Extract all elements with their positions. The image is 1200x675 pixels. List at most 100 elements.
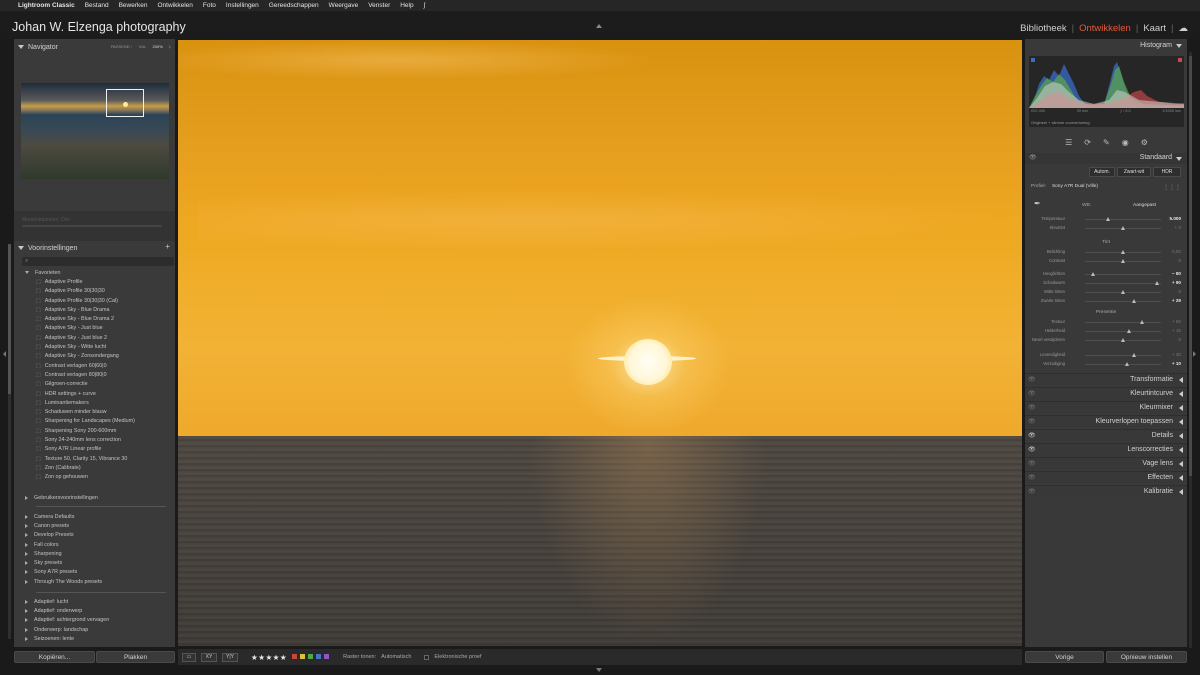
preset-item[interactable]: ⬚ Contrast verlagen 80|80|0 [14, 370, 175, 379]
panel-effecten[interactable]: 👁 Effecten [1025, 471, 1187, 483]
slider-track[interactable] [1085, 283, 1161, 284]
slider-track[interactable] [1085, 301, 1161, 302]
collapse-top-arrow-icon[interactable] [596, 24, 602, 28]
navigator-preview[interactable] [21, 83, 169, 179]
preset-item[interactable]: ⬚ Adaptive Profile 30|30|30 [14, 287, 175, 296]
preset-item[interactable]: ⬚ Zon (Calibrate) [14, 463, 175, 472]
panel-details[interactable]: 👁 Details [1025, 429, 1187, 441]
edit-sliders-icon[interactable]: ☰ [1065, 138, 1072, 147]
script-menu-icon[interactable]: ʃ [424, 2, 425, 9]
slider-knob[interactable] [1105, 217, 1110, 221]
slider-knob[interactable] [1140, 320, 1144, 324]
collapse-bottom-arrow-icon[interactable] [596, 668, 602, 672]
eye-icon[interactable]: 👁 [1028, 376, 1036, 383]
slider-verzadiging[interactable]: Verzadiging + 10 [1029, 361, 1183, 368]
preset-group[interactable]: Adaptief: onderwerp [14, 606, 175, 615]
menu-item-gereedschappen[interactable]: Gereedschappen [269, 2, 319, 9]
slider-track[interactable] [1085, 322, 1161, 323]
collapse-right-arrow-icon[interactable] [1193, 351, 1196, 357]
menu-item-venster[interactable]: Venster [368, 2, 390, 9]
preset-group[interactable]: Develop Presets [14, 531, 175, 540]
preset-item[interactable]: ⬚ Sharpening for Landscapes (Medium) [14, 417, 175, 426]
slider-track[interactable] [1085, 364, 1161, 365]
profile-select[interactable]: Sony A7R Dual (Ville) [1052, 184, 1098, 189]
color-label-green[interactable] [308, 653, 314, 659]
eye-icon[interactable]: 👁 [1028, 474, 1036, 481]
slider-nevel-verwijderen[interactable]: Nevel verwijderen 0 [1029, 337, 1183, 344]
wb-select[interactable]: Aangepast [1133, 203, 1156, 208]
slider-belichting[interactable]: Belichting 0,00 [1029, 249, 1183, 256]
slider-textuur[interactable]: Textuur + 50 [1029, 319, 1183, 326]
compare-view-button[interactable]: XY [201, 652, 217, 662]
preset-group[interactable]: Adaptief: lucht [14, 597, 175, 606]
preset-group[interactable]: Sky presets [14, 558, 175, 567]
slider-track[interactable] [1085, 274, 1161, 275]
cloud-icon[interactable]: ☁ [1179, 23, 1189, 34]
paste-button[interactable]: Plakken [96, 651, 175, 663]
preset-group[interactable]: Adaptief: achtergrond vervagen [14, 616, 175, 625]
collapse-left-arrow-icon[interactable] [3, 351, 6, 357]
slider-value[interactable]: + 15 [1172, 328, 1181, 333]
preset-item[interactable]: ⬚ Sony A7R Linear profile [14, 445, 175, 454]
zoom-more[interactable]: ‡ [169, 44, 171, 49]
eye-icon[interactable]: 👁 [1028, 404, 1036, 411]
slider-value[interactable]: 0 [1178, 258, 1181, 263]
presets-header[interactable]: Voorinstellingen [14, 242, 175, 254]
panel-kleurmixer[interactable]: 👁 Kleurmixer [1025, 401, 1187, 413]
color-label-blue[interactable] [316, 653, 322, 659]
preset-item[interactable]: ⬚ Zon op gehouwen [14, 473, 175, 482]
slider-zwarte-tinten[interactable]: Zwarte tinten + 29 [1029, 298, 1183, 305]
preset-item[interactable]: ⬚ Adaptive Sky - Just blue 2 [14, 333, 175, 342]
preset-group[interactable]: Fall colors [14, 540, 175, 549]
preset-item[interactable]: ⬚ Adaptive Sky - Blue Drama 2 [14, 314, 175, 323]
preset-group[interactable]: Sony A7R presets [14, 568, 175, 577]
slider-value[interactable]: + 10 [1172, 361, 1181, 366]
panel-transformatie[interactable]: 👁 Transformatie [1025, 373, 1187, 385]
menu-item-bestand[interactable]: Bestand [85, 2, 109, 9]
preset-group[interactable]: Sharpening [14, 549, 175, 558]
eye-icon[interactable]: 👁 [1028, 418, 1036, 425]
preset-item[interactable]: ⬚ Texture 50, Clarity 15, Vibrance 30 [14, 454, 175, 463]
slider-value[interactable]: + 90 [1172, 280, 1181, 285]
right-panel-scrollbar[interactable] [1189, 52, 1192, 648]
eye-icon[interactable]: 👁 [1028, 460, 1036, 467]
preset-item[interactable]: ⬚ Adaptive Sky - Zonsondergang [14, 352, 175, 361]
preset-item[interactable]: ⬚ Adaptive Profile 30|30|30 (Cal) [14, 296, 175, 305]
menu-item-instellingen[interactable]: Instellingen [226, 2, 259, 9]
copy-button[interactable]: Kopiëren... [14, 651, 95, 663]
slider-knob[interactable] [1121, 226, 1125, 230]
photo-canvas[interactable] [178, 40, 1022, 646]
menu-item-weergave[interactable]: Weergave [329, 2, 359, 9]
auto-button[interactable]: Autom. [1089, 167, 1115, 177]
slider-value[interactable]: 5.000 [1170, 216, 1182, 221]
slider-value[interactable]: 0,00 [1172, 249, 1181, 254]
preset-item[interactable]: ⬚ Adaptive Sky - Witte lucht [14, 342, 175, 351]
slider-value[interactable]: + 30 [1172, 352, 1181, 357]
preset-item[interactable]: ⬚ Schaduwen minder blauw [14, 407, 175, 416]
slider-schaduwen[interactable]: Schaduwen + 90 [1029, 280, 1183, 287]
previous-button[interactable]: Vorige [1025, 651, 1104, 663]
hdr-button[interactable]: HDR [1153, 167, 1181, 177]
module-develop[interactable]: Ontwikkelen [1079, 23, 1131, 34]
slider-levendigheid[interactable]: Levendigheid + 30 [1029, 352, 1183, 359]
zoom-fill[interactable]: VUL [139, 44, 147, 49]
eye-icon[interactable]: 👁 [1028, 446, 1036, 453]
slider-knob[interactable] [1121, 290, 1125, 294]
menu-item-ontwikkelen[interactable]: Ontwikkelen [157, 2, 192, 9]
slider-kleurtint[interactable]: Kleurtint + 0 [1029, 225, 1183, 232]
preset-group[interactable]: Canon presets [14, 521, 175, 530]
color-label-yellow[interactable] [300, 653, 306, 659]
menu-item-bewerken[interactable]: Bewerken [119, 2, 148, 9]
profile-browser-icon[interactable]: ⋮⋮⋮ [1163, 184, 1181, 191]
slider-knob[interactable] [1090, 272, 1095, 276]
preset-group[interactable]: Camera Defaults [14, 512, 175, 521]
color-label-red[interactable] [292, 653, 298, 659]
bw-button[interactable]: Zwart-wit [1117, 167, 1151, 177]
preset-group-user[interactable]: Gebruikersvoorinstellingen [14, 493, 175, 502]
wb-picker-icon[interactable]: ✒ [1034, 199, 1041, 208]
slider-contrast[interactable]: Contrast 0 [1029, 258, 1183, 265]
preset-group-favorites[interactable]: Favorieten [14, 268, 175, 277]
preset-item[interactable]: ⬚ Adaptive Sky - Blue Drama [14, 305, 175, 314]
module-library[interactable]: Bibliotheek [1020, 23, 1066, 34]
heal-icon[interactable]: ✎ [1103, 138, 1110, 147]
